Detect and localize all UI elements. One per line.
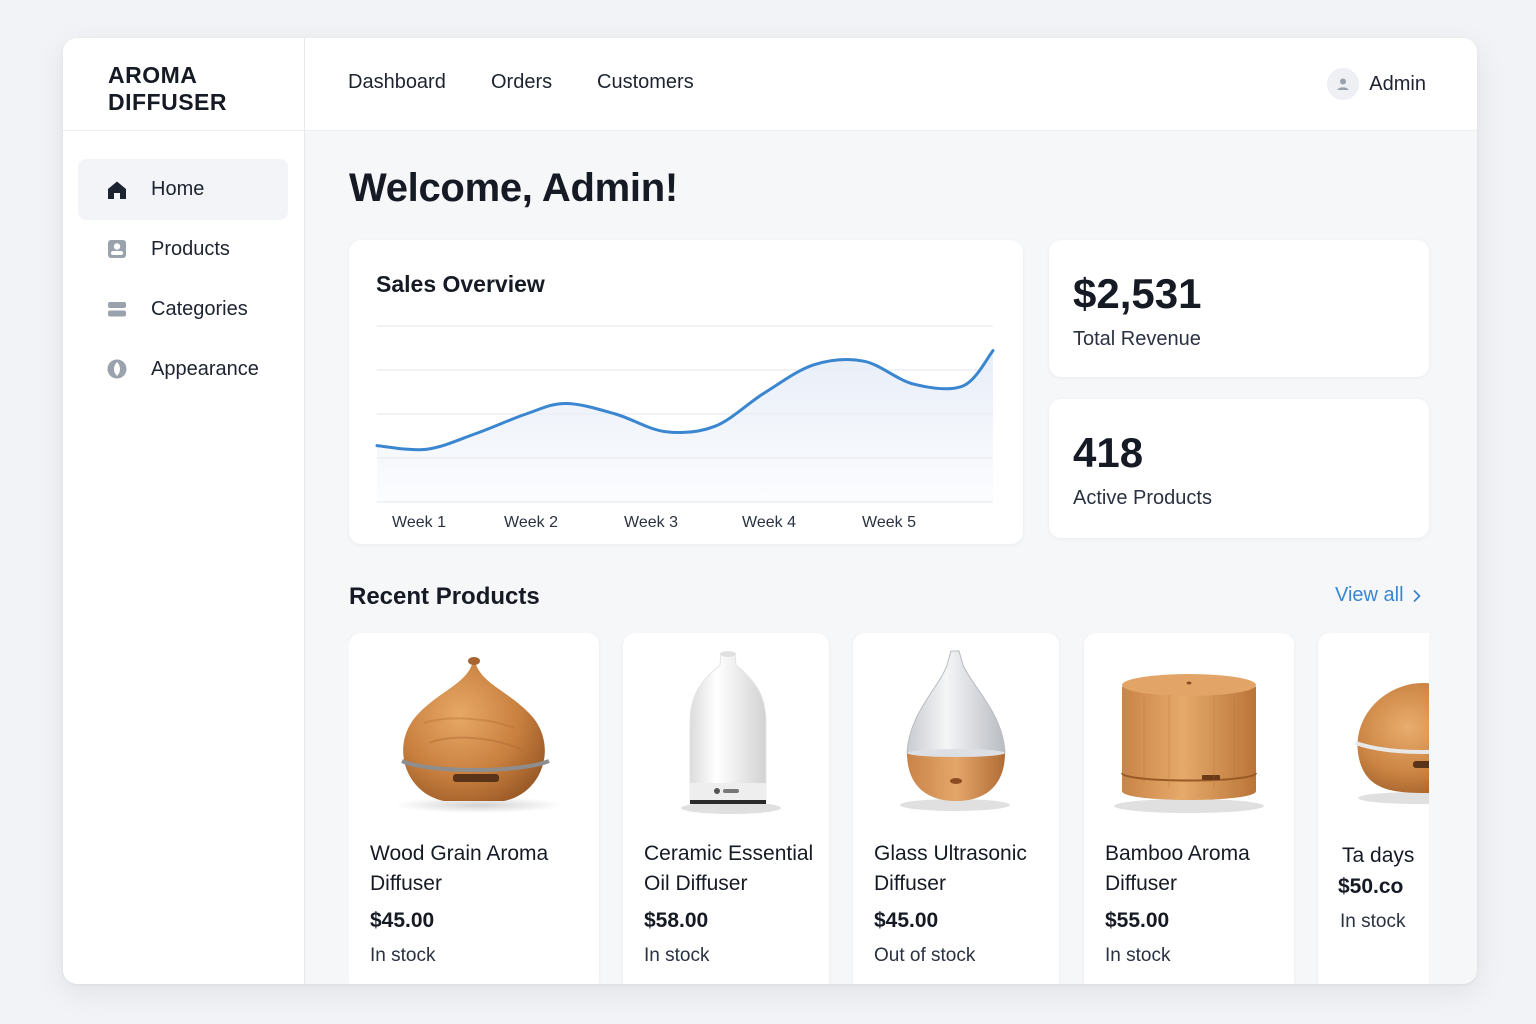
ceramic-diffuser-image	[681, 651, 781, 814]
wood-diffuser-image	[1355, 683, 1429, 804]
appearance-icon	[106, 358, 128, 380]
product-card[interactable]: Wood Grain Aroma Diffuser $45.00 In stoc…	[349, 633, 599, 984]
sidebar-item-label: Home	[151, 178, 205, 200]
recent-products-title: Recent Products	[349, 583, 540, 610]
product-name: Bamboo Aroma Diffuser	[1105, 842, 1250, 895]
product-name: Ceramic Essential Oil Diffuser	[644, 842, 814, 895]
product-name: Glass Ultrasonic Diffuser	[874, 842, 1027, 895]
product-stock: In stock	[644, 945, 710, 966]
brand-logo[interactable]: AROMA DIFFUSER	[63, 38, 304, 131]
product-card[interactable]: Ceramic Essential Oil Diffuser $58.00 In…	[623, 633, 829, 984]
product-price: $55.00	[1105, 909, 1170, 932]
product-stock: In stock	[1105, 945, 1171, 966]
active-products-value: 418	[1073, 429, 1144, 476]
product-card[interactable]: Glass Ultrasonic Diffuser $45.00 Out of …	[853, 633, 1059, 984]
chart-x-tick-label: Week 4	[742, 514, 796, 531]
categories-icon	[106, 298, 128, 320]
chart-x-tick-label: Week 1	[392, 514, 446, 531]
sidebar-item-label: Categories	[151, 297, 248, 320]
top-nav-bar: Dashboard Orders Customers Admin	[305, 38, 1477, 131]
active-products-card: 418 Active Products	[1049, 399, 1429, 538]
product-price: $45.00	[874, 909, 939, 932]
total-revenue-card: $2,531 Total Revenue	[1049, 240, 1429, 377]
bamboo-diffuser-image	[1114, 674, 1264, 813]
user-menu[interactable]: Admin	[1327, 68, 1426, 100]
product-stock: In stock	[1340, 911, 1406, 932]
brand-line-2: DIFFUSER	[108, 89, 227, 115]
products-icon	[106, 238, 128, 260]
sales-chart: Week 1 Week 2 Week 3 Week 4 Week 5	[375, 325, 995, 531]
sidebar-nav: Home Products Categories Appearance	[63, 131, 304, 398]
sales-overview-card: Sales Overview Week 1 Week 2 Week 3 Week 4W…	[349, 240, 1023, 544]
nav-link-orders[interactable]: Orders	[491, 71, 552, 94]
view-all-link[interactable]: View all	[1335, 584, 1422, 607]
active-products-label: Active Products	[1073, 487, 1212, 509]
brand-line-1: AROMA	[108, 62, 198, 88]
sidebar-item-label: Products	[151, 237, 230, 260]
nav-link-customers[interactable]: Customers	[597, 71, 694, 94]
app-window: AROMA DIFFUSER Home Products Categories …	[63, 38, 1477, 984]
wood-diffuser-image	[394, 657, 564, 813]
page-title: Welcome, Admin!	[349, 166, 678, 210]
chart-x-tick-label: Week 3	[624, 514, 678, 531]
home-icon	[106, 179, 128, 201]
sidebar-item-home[interactable]: Home	[78, 159, 288, 220]
chart-x-tick-label: Week 5	[862, 514, 916, 531]
total-revenue-label: Total Revenue	[1073, 328, 1201, 350]
product-price: $50.co	[1338, 875, 1404, 898]
user-name: Admin	[1369, 72, 1426, 95]
product-price: $58.00	[644, 909, 709, 932]
chart-x-tick-label: Week 2	[504, 514, 558, 531]
total-revenue-value: $2,531	[1073, 270, 1202, 317]
recent-products-list: Wood Grain Aroma Diffuser $45.00 In stoc…	[349, 633, 1429, 984]
product-name: Wood Grain Aroma Diffuser	[370, 842, 549, 895]
product-stock: In stock	[370, 945, 436, 966]
product-stock: Out of stock	[874, 945, 976, 966]
user-avatar-icon	[1327, 68, 1360, 100]
view-all-label: View all	[1335, 584, 1404, 606]
sidebar-item-label: Appearance	[151, 357, 259, 380]
sidebar: AROMA DIFFUSER Home Products Categories …	[63, 38, 305, 984]
chevron-right-icon	[1413, 589, 1420, 602]
sidebar-item-appearance[interactable]: Appearance	[78, 340, 288, 398]
product-card[interactable]: Bamboo Aroma Diffuser $55.00 In stock	[1084, 633, 1294, 984]
product-price: $45.00	[370, 909, 435, 932]
nav-link-dashboard[interactable]: Dashboard	[348, 71, 446, 94]
chart-area	[377, 350, 993, 502]
product-card[interactable]: Ta days $50.co In stock	[1318, 633, 1429, 984]
sidebar-item-categories[interactable]: Categories	[78, 280, 288, 338]
glass-diffuser-image	[900, 650, 1010, 811]
sidebar-item-products[interactable]: Products	[78, 220, 288, 278]
product-name: Ta days	[1342, 844, 1415, 867]
